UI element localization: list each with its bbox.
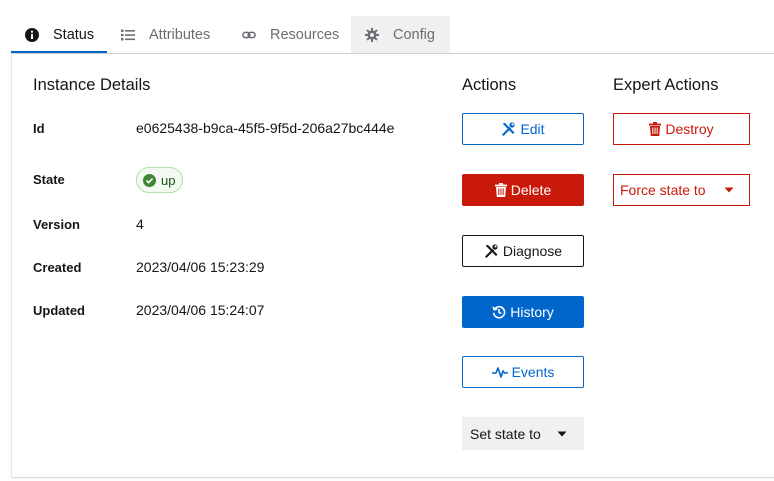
force-state-label: Force state to xyxy=(620,182,706,198)
edit-button[interactable]: Edit xyxy=(462,113,584,145)
pulse-icon xyxy=(491,367,508,378)
tab-resources[interactable]: Resources xyxy=(228,16,351,53)
set-state-label: Set state to xyxy=(470,425,541,442)
link-icon xyxy=(242,28,256,42)
events-label: Events xyxy=(511,364,555,380)
expert-actions-title: Expert Actions xyxy=(613,76,719,94)
diagnose-button[interactable]: Diagnose xyxy=(462,235,584,267)
diagnose-label: Diagnose xyxy=(502,243,563,259)
tab-resources-label: Resources xyxy=(270,26,340,43)
instance-details-title: Instance Details xyxy=(33,76,151,94)
history-label: History xyxy=(510,304,554,320)
tab-attributes[interactable]: Attributes xyxy=(107,16,228,53)
tab-bar: Status Attributes Resources Config xyxy=(11,16,450,54)
tab-status[interactable]: Status xyxy=(11,16,107,54)
delete-button[interactable]: Delete xyxy=(462,174,584,206)
tools-icon xyxy=(502,122,516,136)
set-state-select[interactable]: Set state to xyxy=(462,417,584,450)
updated-value: 2023/04/06 15:24:07 xyxy=(136,302,265,318)
tab-config-label: Config xyxy=(393,26,435,43)
state-value: up xyxy=(161,172,176,188)
force-state-select[interactable]: Force state to xyxy=(613,174,750,206)
state-label: State xyxy=(33,172,65,187)
events-button[interactable]: Events xyxy=(462,356,584,388)
status-badge: up xyxy=(136,167,184,193)
edit-label: Edit xyxy=(520,121,545,137)
trash-icon xyxy=(494,183,507,197)
history-button[interactable]: History xyxy=(462,296,584,328)
trash-icon xyxy=(649,122,662,136)
tab-attributes-label: Attributes xyxy=(149,26,211,43)
delete-label: Delete xyxy=(510,182,552,198)
version-label: Version xyxy=(33,217,80,232)
destroy-label: Destroy xyxy=(665,121,714,137)
actions-title: Actions xyxy=(462,76,517,94)
caret-down-icon xyxy=(724,187,734,193)
tab-config[interactable]: Config xyxy=(351,16,450,53)
created-value: 2023/04/06 15:23:29 xyxy=(136,259,265,275)
destroy-button[interactable]: Destroy xyxy=(613,113,750,145)
id-label: Id xyxy=(33,121,45,136)
caret-down-icon xyxy=(557,431,567,436)
history-icon xyxy=(492,305,506,319)
tools-icon xyxy=(484,244,498,258)
tab-status-label: Status xyxy=(53,26,95,43)
check-circle-icon xyxy=(143,173,156,187)
list-icon xyxy=(121,28,135,42)
info-circle-icon xyxy=(25,27,39,42)
gear-icon xyxy=(365,27,379,42)
updated-label: Updated xyxy=(33,303,85,318)
status-panel: Instance Details Actions Expert Actions … xyxy=(11,53,774,478)
id-value: e0625438-b9ca-45f5-9f5d-206a27bc444e xyxy=(136,120,395,136)
version-value: 4 xyxy=(136,216,144,232)
created-label: Created xyxy=(33,260,82,275)
